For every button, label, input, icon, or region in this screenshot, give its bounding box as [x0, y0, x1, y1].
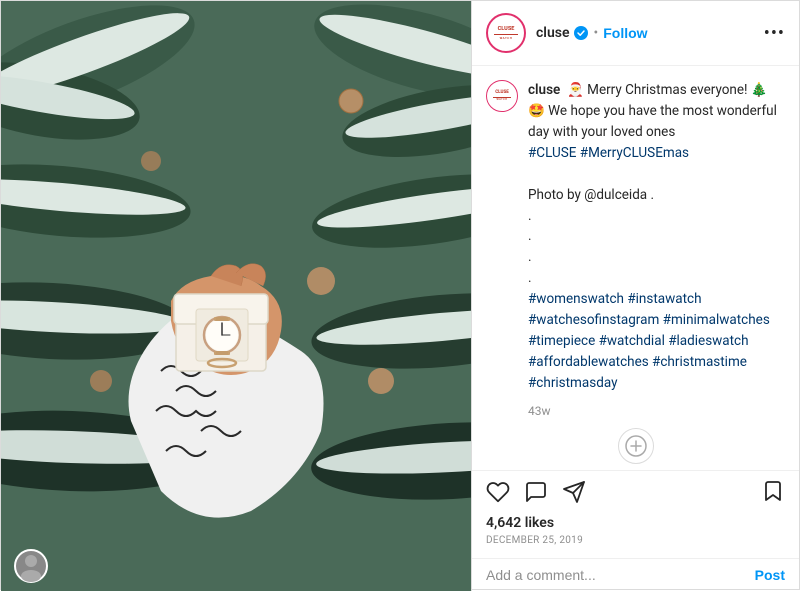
post-header: CLUSE WATCH cluse • Follow •••: [472, 1, 799, 66]
header-info: cluse • Follow: [536, 25, 754, 41]
comment-input-row: Post: [472, 558, 799, 591]
header-avatar[interactable]: CLUSE WATCH: [486, 13, 526, 53]
post-comment-button[interactable]: Post: [755, 567, 785, 583]
separator-dot: •: [593, 26, 598, 40]
caption-text: cluse 🎅 Merry Christmas everyone! 🎄 🤩 We…: [528, 80, 785, 394]
bookmark-button[interactable]: [761, 479, 785, 509]
likes-count: 4,642 likes: [486, 515, 785, 531]
comment-button[interactable]: [524, 480, 548, 509]
post-right-panel: CLUSE WATCH cluse • Follow •••: [471, 1, 799, 591]
follow-button[interactable]: Follow: [603, 25, 647, 41]
comment-input[interactable]: [486, 567, 755, 583]
post-actions: 4,642 likes December 25, 2019: [472, 470, 799, 558]
avatar-subtext: WATCH: [500, 36, 513, 40]
post-date: December 25, 2019: [486, 535, 785, 546]
caption-body: cluse 🎅 Merry Christmas everyone! 🎄 🤩 We…: [528, 80, 785, 418]
post-caption-area: CLUSE WATCH cluse 🎅 Merry Christmas ever…: [472, 66, 799, 470]
like-button[interactable]: [486, 480, 510, 509]
verified-icon: [574, 26, 588, 40]
instagram-post: CLUSE WATCH cluse • Follow •••: [0, 0, 800, 590]
post-image: [1, 1, 471, 591]
caption-row: CLUSE WATCH cluse 🎅 Merry Christmas ever…: [486, 80, 785, 418]
caption-timestamp: 43w: [528, 404, 785, 418]
caption-main-hashtags: #CLUSE #MerryCLUSEmas: [528, 145, 689, 161]
caption-hashtags: #womenswatch #instawatch #watchesofinsta…: [528, 291, 770, 391]
action-icons-row: [486, 479, 785, 509]
post-username[interactable]: cluse: [536, 25, 569, 41]
more-options-button[interactable]: •••: [764, 23, 785, 44]
caption-avatar-logo: CLUSE: [495, 91, 509, 96]
share-button[interactable]: [562, 480, 586, 509]
caption-avatar: CLUSE WATCH: [486, 80, 518, 112]
caption-username[interactable]: cluse: [528, 82, 560, 98]
add-emoji-button[interactable]: [618, 428, 654, 464]
avatar-logo-text: CLUSE: [498, 26, 515, 32]
